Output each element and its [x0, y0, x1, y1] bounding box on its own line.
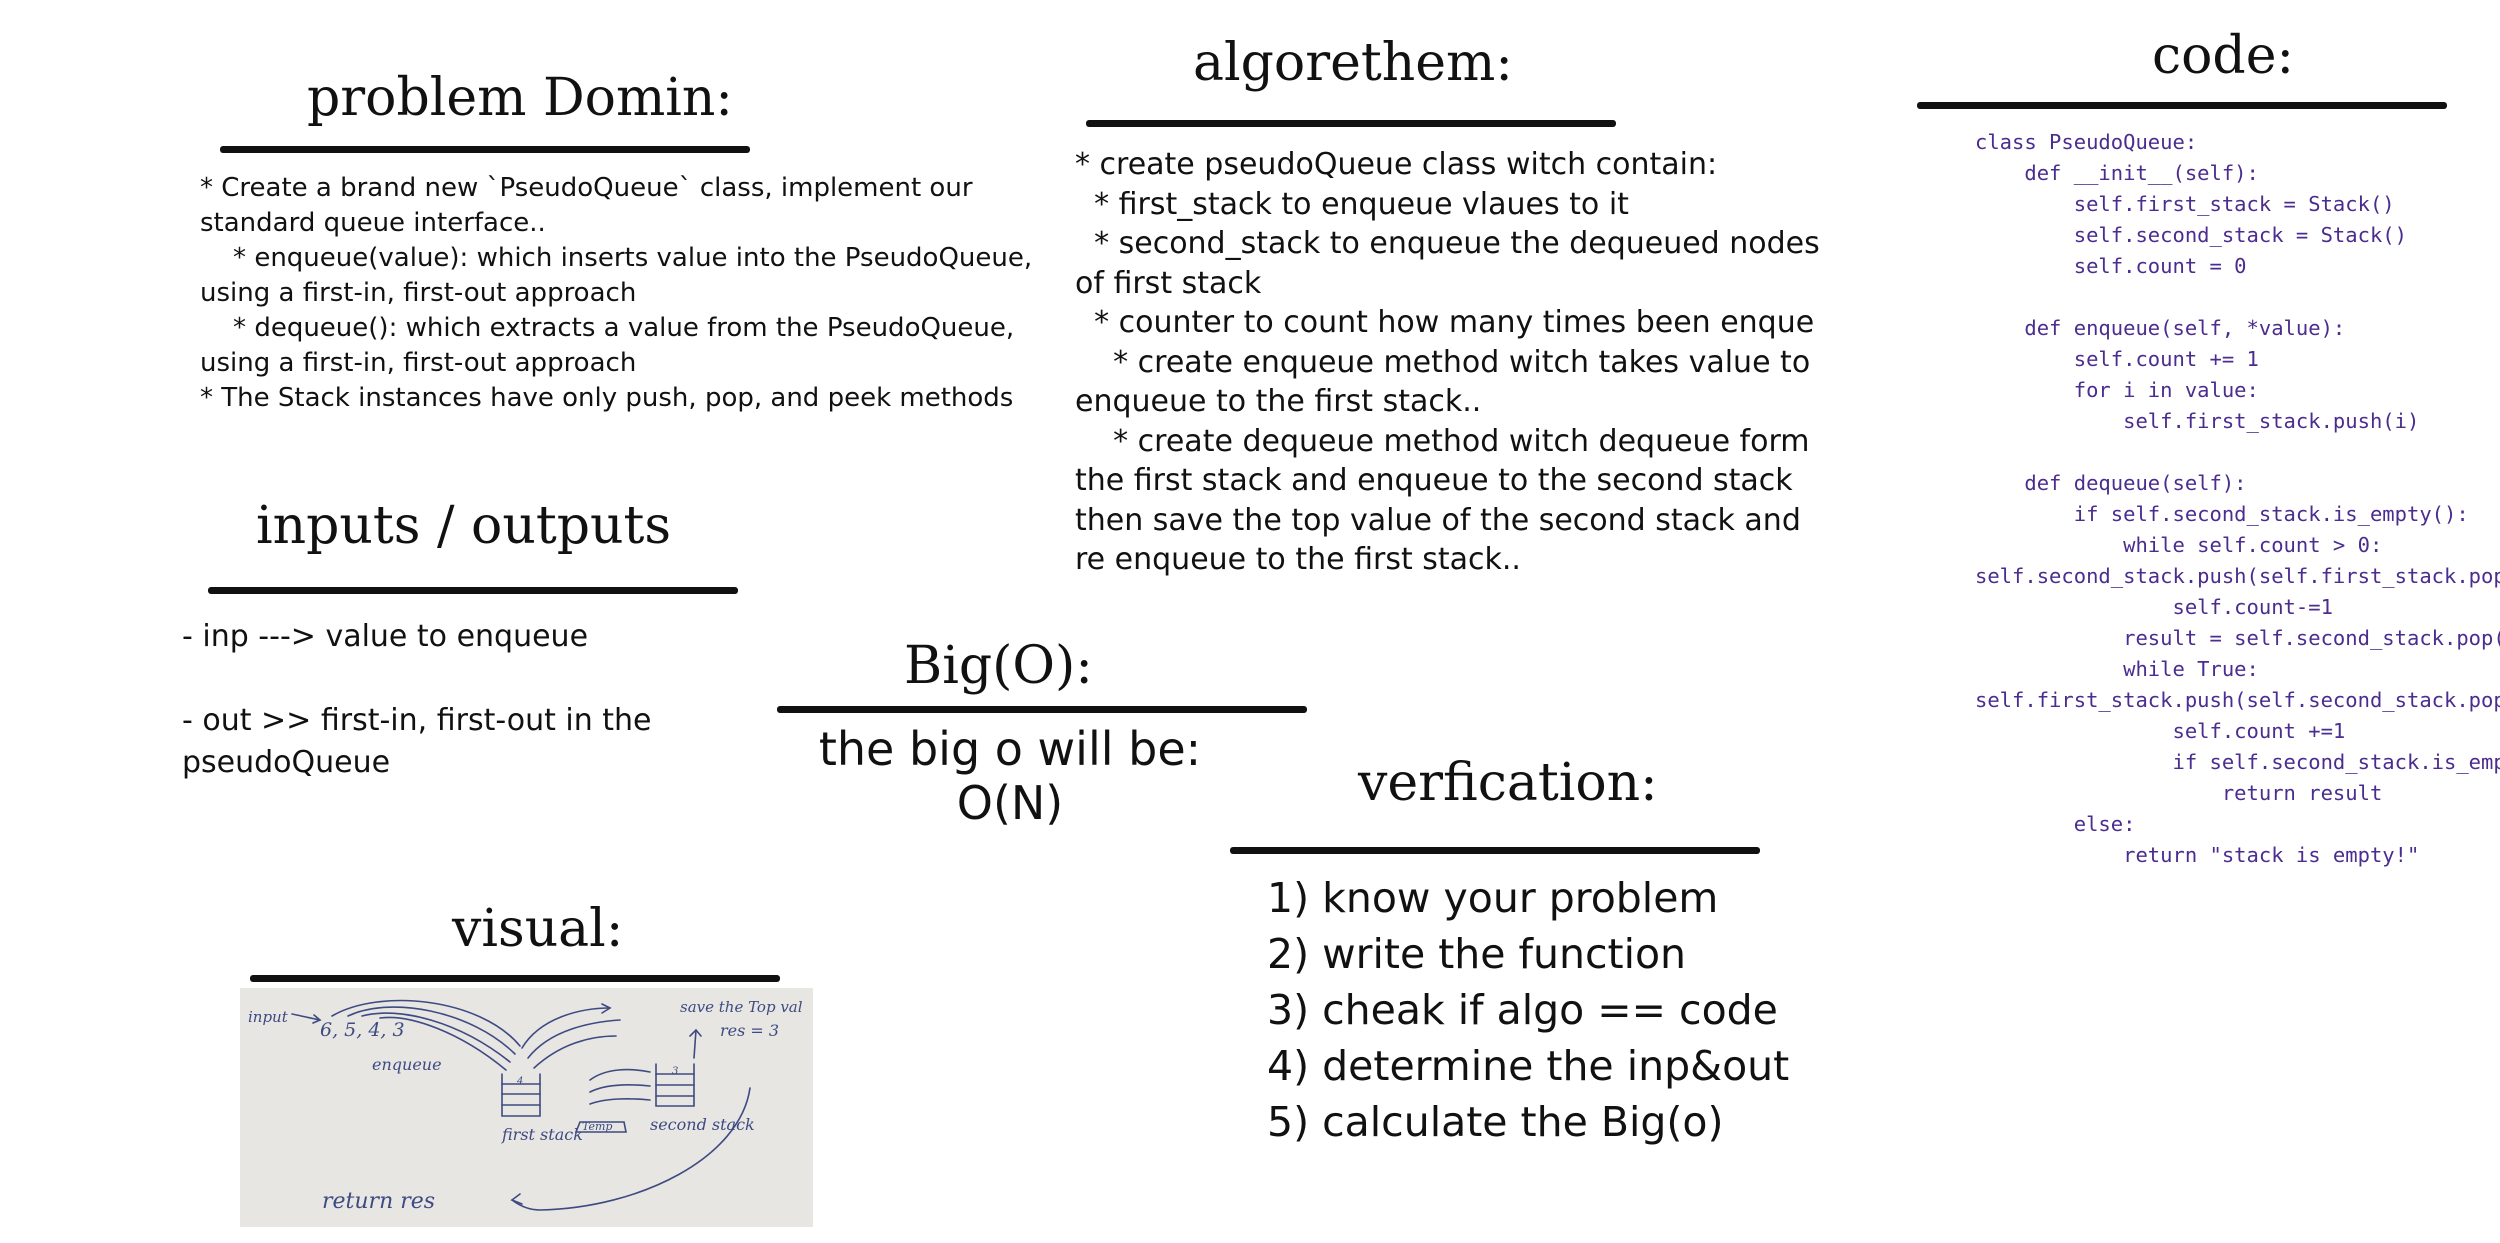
sketch-enqueue-label: enqueue: [372, 1055, 442, 1074]
visual-underline: [250, 975, 780, 982]
text-line: if self.second_stack.is_empty():: [1975, 502, 2469, 526]
text-line: then save the top value of the second st…: [1075, 502, 1801, 538]
inputs-outputs-text: - inp ---> value to enqueue - out >> fir…: [182, 616, 742, 784]
text-line: 4) determine the inp&out: [1267, 1042, 1790, 1090]
problem-domain-text: * Create a brand new `PseudoQueue` class…: [200, 171, 1033, 416]
text-line: 5) calculate the Big(o): [1267, 1098, 1724, 1146]
text-line: * Create a brand new `PseudoQueue` class…: [200, 173, 973, 203]
text-line: self.count-=1: [1975, 595, 2333, 619]
big-o-text: the big o will be: O(N): [775, 722, 1245, 830]
text-line: [1975, 282, 2500, 313]
text-line: the big o will be:: [818, 722, 1202, 776]
text-line: * create enqueue method witch takes valu…: [1075, 344, 1811, 380]
sketch-input-values: 6, 5, 4, 3: [320, 1019, 405, 1041]
sketch-temp-label: Temp: [582, 1120, 612, 1133]
sketch-first-stack-label: first stack: [501, 1125, 583, 1144]
text-line: self.first_stack.push(i): [1975, 409, 2420, 433]
text-line: self.first_stack = Stack(): [1975, 192, 2395, 216]
text-line: [182, 658, 742, 700]
big-o-underline: [777, 706, 1307, 713]
text-line: pseudoQueue: [182, 745, 391, 780]
text-line: def dequeue(self):: [1975, 471, 2247, 495]
text-line: enqueue to the first stack..: [1075, 384, 1482, 419]
text-line: * first_stack to enqueue vlaues to it: [1075, 186, 1629, 222]
text-line: 2) write the function: [1267, 930, 1687, 978]
visual-title: visual:: [452, 899, 624, 959]
text-line: def enqueue(self, *value):: [1975, 316, 2346, 340]
sketch-first-stack-top: 4: [516, 1076, 523, 1087]
text-line: while True:: [1975, 657, 2259, 681]
text-line: * counter to count how many times been e…: [1075, 305, 1815, 340]
text-line: * create dequeue method witch dequeue fo…: [1075, 423, 1810, 459]
text-line: the first stack and enqueue to the secon…: [1075, 463, 1793, 498]
text-line: - inp ---> value to enqueue: [182, 619, 589, 654]
text-line: while self.count > 0:: [1975, 533, 2383, 557]
text-line: * second_stack to enqueue the dequeued n…: [1075, 226, 1820, 261]
text-line: self.second_stack = Stack(): [1975, 223, 2407, 247]
sketch-save-note: save the Top val: [680, 998, 803, 1016]
verification-underline: [1230, 847, 1760, 854]
text-line: if self.second_stack.is_empty():: [2172, 750, 2500, 774]
inputs-outputs-underline: [208, 587, 738, 594]
problem-domain-underline: [220, 146, 750, 153]
text-line: * enqueue(value): which inserts value in…: [200, 243, 1033, 273]
verification-title: verfication:: [1358, 753, 1658, 813]
code-title: code:: [2152, 26, 2295, 86]
algorithm-text: * create pseudoQueue class witch contain…: [1075, 145, 1820, 580]
code-underline: [1917, 102, 2447, 109]
text-line: return result: [1975, 781, 2383, 805]
text-line: standard queue interface..: [200, 208, 546, 238]
text-line: self.count += 1: [1975, 347, 2259, 371]
text-line: self.count +=1: [1975, 719, 2346, 743]
text-line: * create pseudoQueue class witch contain…: [1075, 147, 1718, 182]
text-line: self.first_stack.push(self.second_stack.…: [1975, 688, 2500, 712]
visual-sketch-photo: input 6, 5, 4, 3 enqueue 4 first stack T…: [240, 988, 813, 1227]
text-line: * dequeue(): which extracts a value from…: [200, 313, 1015, 343]
text-line: self.second_stack.push(self.first_stack.…: [1975, 564, 2500, 588]
sketch-input-label: input: [248, 1008, 289, 1026]
text-line: O(N): [956, 776, 1064, 830]
algorithm-title: algorethem:: [1193, 33, 1513, 93]
sketch-res-note: res = 3: [720, 1021, 779, 1040]
code-listing: class PseudoQueue: def __init__(self): s…: [1975, 127, 2500, 871]
text-line: return "stack is empty!": [1975, 843, 2420, 867]
text-line: [1975, 437, 2500, 468]
text-line: class PseudoQueue:: [1975, 130, 2198, 154]
text-line: - out >> first-in, first-out in the: [182, 703, 652, 738]
text-line: result = self.second_stack.pop(): [1975, 626, 2500, 650]
sketch-return-note: return res: [322, 1189, 435, 1214]
text-line: using a first-in, first-out approach: [200, 348, 637, 378]
algorithm-underline: [1086, 120, 1616, 127]
inputs-outputs-title: inputs / outputs: [256, 496, 672, 556]
text-line: re enqueue to the first stack..: [1075, 542, 1521, 577]
text-line: * The Stack instances have only push, po…: [200, 383, 1014, 413]
problem-domain-title: problem Domin:: [307, 68, 733, 128]
text-line: of first stack: [1075, 265, 1262, 301]
sketch-second-stack-top: 3: [672, 1066, 678, 1077]
text-line: else:: [1975, 812, 2136, 836]
sketch-second-stack-label: second stack: [650, 1115, 755, 1134]
text-line: 1) know your problem: [1267, 874, 1719, 922]
text-line: self.count = 0: [1975, 254, 2247, 278]
text-line: using a first-in, first-out approach: [200, 278, 637, 308]
text-line: def __init__(self):: [1975, 161, 2259, 185]
text-line: 3) cheak if algo == code: [1267, 986, 1778, 1034]
text-line: for i in value:: [1975, 378, 2259, 402]
big-o-title: Big(O):: [904, 636, 1093, 696]
verification-steps: 1) know your problem 2) write the functio…: [1267, 870, 1917, 1150]
